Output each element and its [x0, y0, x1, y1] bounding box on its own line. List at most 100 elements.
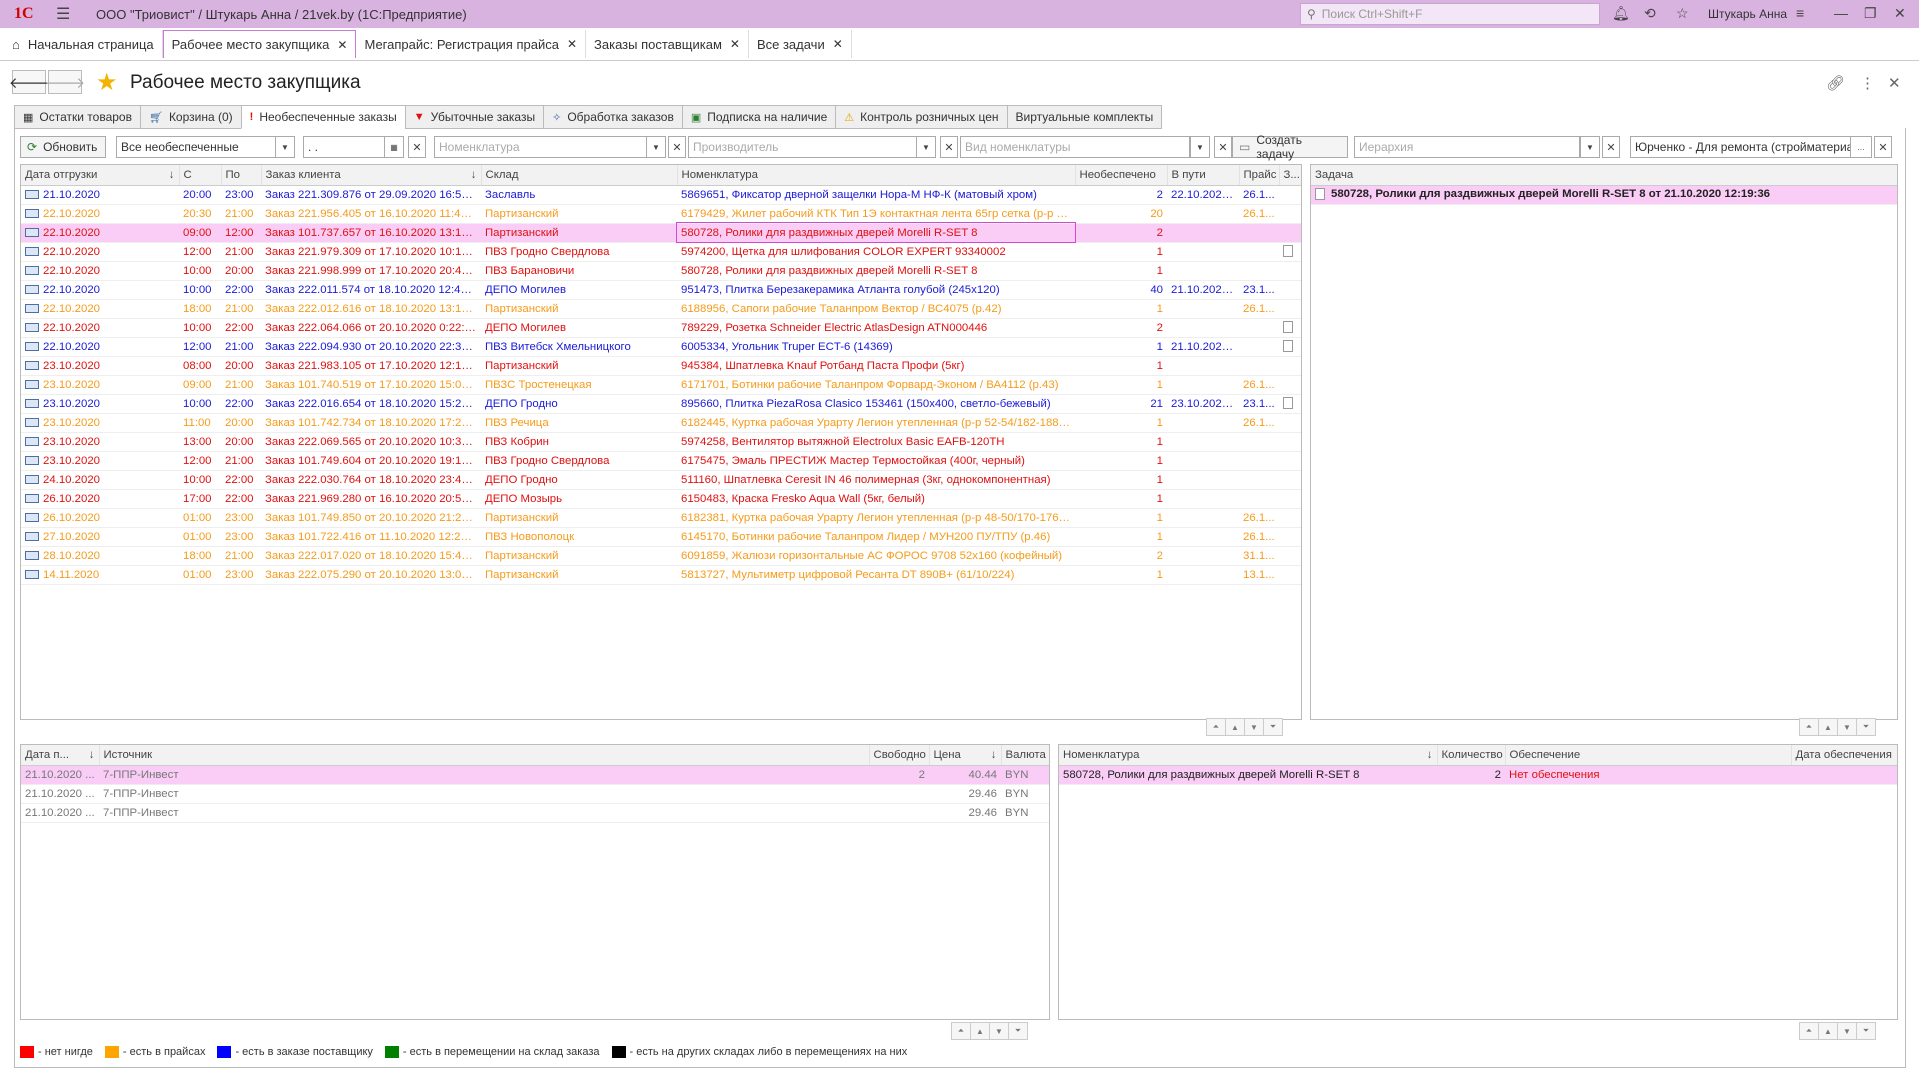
col-supply-nomenclature[interactable]: Номенклатура ↓ — [1059, 745, 1438, 766]
document-icon[interactable] — [1283, 397, 1293, 410]
refresh-button[interactable]: ⟳ Обновить — [20, 136, 106, 158]
menu-icon[interactable]: ☰ — [56, 4, 86, 24]
scroll-top-icon[interactable]: ⏶ — [1799, 718, 1819, 736]
tab-order-processing[interactable]: ✧ Обработка заказов — [543, 105, 682, 129]
select-ellipsis-button[interactable]: … — [1850, 136, 1872, 158]
tab-all-tasks[interactable]: Все задачи ✕ — [749, 30, 852, 58]
col-price[interactable]: Цена ↓ — [929, 745, 1002, 766]
table-row[interactable]: 14.11.2020 01:00 23:00 Заказ 222.075.290 от… — [21, 565, 1301, 585]
col-source[interactable]: Источник — [99, 745, 870, 766]
table-row[interactable]: 23.10.2020 09:00 21:00 Заказ 101.740.519 от… — [21, 375, 1301, 395]
tab-stock[interactable]: ▦ Остатки товаров — [14, 105, 140, 129]
tab-supplier-orders[interactable]: Заказы поставщикам ✕ — [586, 30, 749, 58]
close-form-icon[interactable]: ✕ — [1888, 74, 1901, 92]
nomenclature-filter-input[interactable]: Номенклатура — [434, 136, 666, 158]
table-row[interactable]: 22.10.2020 18:00 21:00 Заказ 222.012.616 от… — [21, 299, 1301, 319]
tab-retail-price-control[interactable]: ⚠ Контроль розничных цен — [835, 105, 1007, 129]
scroll-up-icon[interactable]: ▲ — [1225, 718, 1245, 736]
table-row[interactable]: 23.10.2020 12:00 21:00 Заказ 101.749.604 от… — [21, 451, 1301, 471]
close-tab-icon[interactable]: ✕ — [337, 38, 347, 52]
document-icon[interactable] — [1283, 245, 1293, 258]
tab-cart[interactable]: 🛒︎ Корзина (0) — [139, 105, 241, 129]
scroll-down-icon[interactable]: ▼ — [1837, 718, 1857, 736]
table-row[interactable]: 27.10.2020 01:00 23:00 Заказ 101.722.416 от… — [21, 527, 1301, 547]
close-tab-icon[interactable]: ✕ — [567, 37, 577, 51]
close-tab-icon[interactable]: ✕ — [730, 37, 740, 51]
table-row[interactable]: 22.10.2020 12:00 21:00 Заказ 221.979.309 от… — [21, 242, 1301, 262]
tab-home[interactable]: ⌂ Начальная страница — [4, 30, 163, 58]
chevron-down-icon[interactable]: ▼ — [646, 136, 666, 158]
col-source-date[interactable]: Дата п... ↓ — [21, 745, 100, 766]
task-row[interactable]: 580728, Ролики для раздвижных дверей Mor… — [1311, 185, 1897, 205]
table-row[interactable]: 22.10.2020 10:00 20:00 Заказ 221.998.999 от… — [21, 261, 1301, 281]
col-to[interactable]: По — [221, 165, 262, 186]
table-row[interactable]: 22.10.2020 10:00 22:00 Заказ 222.064.066 от… — [21, 318, 1301, 338]
minimize-icon[interactable]: — — [1834, 5, 1848, 21]
table-row[interactable]: 23.10.2020 11:00 20:00 Заказ 101.742.734 от… — [21, 413, 1301, 433]
status-filter-select[interactable]: Все необеспеченные — [116, 136, 276, 158]
bell-icon[interactable]: 🔔︎ — [1612, 5, 1630, 22]
supply-table[interactable]: Номенклатура ↓ Количество Обеспечение Дат… — [1058, 744, 1898, 1020]
manufacturer-filter-input[interactable]: Производитель — [688, 136, 918, 158]
scroll-top-icon[interactable]: ⏶ — [951, 1022, 971, 1040]
global-search-input[interactable]: ⚲ Поиск Ctrl+Shift+F — [1300, 3, 1600, 25]
table-row[interactable]: 580728, Ролики для раздвижных дверей Mor… — [1059, 765, 1897, 785]
col-warehouse[interactable]: Склад — [481, 165, 678, 186]
forward-button[interactable]: 🡒 — [45, 70, 85, 94]
chevron-down-icon[interactable]: ▼ — [1190, 136, 1210, 158]
table-row[interactable]: 26.10.2020 01:00 23:00 Заказ 101.749.850 от… — [21, 508, 1301, 528]
calendar-icon[interactable]: ▦ — [384, 136, 404, 158]
hierarchy-filter-input[interactable]: Иерархия — [1354, 136, 1580, 158]
scroll-up-icon[interactable]: ▲ — [970, 1022, 990, 1040]
favorites-star-icon[interactable]: ☆ — [1676, 5, 1689, 22]
col-currency[interactable]: Валюта — [1001, 745, 1049, 766]
col-client-order[interactable]: Заказ клиента ↓ — [261, 165, 482, 186]
col-ship-date[interactable]: Дата отгрузки ↓ — [21, 165, 180, 186]
scroll-down-icon[interactable]: ▼ — [1837, 1022, 1857, 1040]
col-in-transit[interactable]: В пути — [1167, 165, 1240, 186]
col-supply-date[interactable]: Дата обеспечения — [1791, 745, 1897, 766]
1c-logo[interactable]: 1С — [14, 5, 44, 23]
history-icon[interactable]: ⟲ — [1644, 5, 1656, 22]
col-quantity[interactable]: Количество — [1437, 745, 1506, 766]
clear-type-icon[interactable]: ✕ — [1214, 136, 1232, 158]
clear-date-icon[interactable]: ✕ — [408, 136, 426, 158]
tab-megaprice[interactable]: Мегапрайс: Регистрация прайса ✕ — [356, 30, 587, 58]
table-row[interactable]: 22.10.2020 12:00 21:00 Заказ 222.094.930 от… — [21, 337, 1301, 357]
scroll-up-icon[interactable]: ▲ — [1818, 1022, 1838, 1040]
table-row[interactable]: 24.10.2020 10:00 22:00 Заказ 222.030.764 от… — [21, 470, 1301, 490]
tab-buyer-workplace[interactable]: Рабочее место закупщика ✕ — [162, 30, 357, 58]
close-window-icon[interactable]: ✕ — [1894, 5, 1906, 22]
table-row[interactable]: 22.10.2020 09:00 12:00 Заказ 101.737.657 от… — [21, 222, 1301, 243]
tasks-table[interactable]: Задача 580728, Ролики для раздвижных две… — [1310, 164, 1898, 720]
chevron-down-icon[interactable]: ▼ — [1580, 136, 1600, 158]
scroll-down-icon[interactable]: ▼ — [1244, 718, 1264, 736]
unsecured-orders-table[interactable]: Дата отгрузки ↓ С По Заказ клиента ↓ Склад… — [20, 164, 1302, 720]
table-row[interactable]: 28.10.2020 18:00 21:00 Заказ 222.017.020 от… — [21, 546, 1301, 566]
scroll-bottom-icon[interactable]: ⏷ — [1263, 718, 1283, 736]
clear-hierarchy-icon[interactable]: ✕ — [1602, 136, 1620, 158]
nomenclature-type-filter-input[interactable]: Вид номенклатуры — [960, 136, 1190, 158]
table-row[interactable]: 21.10.2020 ... 7-ППР-Инвест 29.46 BYN — [21, 803, 1049, 823]
col-task[interactable]: Задача — [1311, 165, 1897, 186]
favorite-star-icon[interactable]: ★ — [96, 68, 118, 97]
document-icon[interactable] — [1283, 321, 1293, 334]
table-row[interactable]: 21.10.2020 ... 7-ППР-Инвест 2 40.44 BYN — [21, 765, 1049, 785]
table-row[interactable]: 22.10.2020 20:30 21:00 Заказ 221.956.405 от… — [21, 204, 1301, 224]
restore-icon[interactable]: ❐ — [1864, 5, 1877, 22]
col-nomenclature[interactable]: Номенклатура — [677, 165, 1076, 186]
responsible-filter-input[interactable]: Юрченко - Для ремонта (стройматериалы) — [1630, 136, 1872, 158]
close-tab-icon[interactable]: ✕ — [833, 37, 843, 51]
clear-manufacturer-icon[interactable]: ✕ — [940, 136, 958, 158]
col-from[interactable]: С — [179, 165, 222, 186]
more-actions-icon[interactable]: ⋮ — [1860, 74, 1875, 92]
chevron-down-icon[interactable]: ▼ — [916, 136, 936, 158]
document-icon[interactable] — [1283, 340, 1293, 353]
link-icon[interactable]: 🔗︎ — [1826, 74, 1845, 92]
scroll-top-icon[interactable]: ⏶ — [1206, 718, 1226, 736]
col-unsecured[interactable]: Необеспечено — [1075, 165, 1168, 186]
chevron-down-icon[interactable]: ▼ — [275, 136, 295, 158]
scroll-bottom-icon[interactable]: ⏷ — [1856, 1022, 1876, 1040]
scroll-top-icon[interactable]: ⏶ — [1799, 1022, 1819, 1040]
date-filter-input[interactable]: . . — [303, 136, 385, 158]
